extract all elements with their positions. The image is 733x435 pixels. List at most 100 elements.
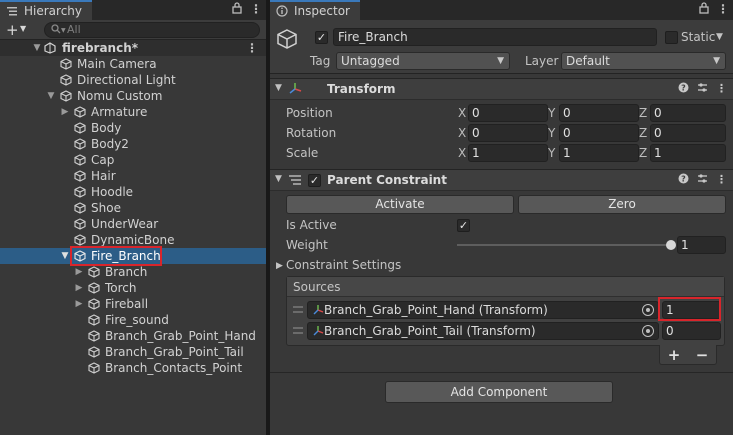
chevron-down-icon[interactable]: ▼ bbox=[716, 29, 723, 45]
source-weight-field[interactable]: 0 bbox=[662, 322, 721, 340]
chevron-down-icon[interactable]: ▼ bbox=[20, 24, 26, 33]
kebab-menu-icon[interactable]: ⋮ bbox=[246, 40, 258, 56]
add-source-button[interactable]: + bbox=[668, 346, 681, 364]
list-item[interactable]: ▼ Nomu Custom bbox=[0, 88, 266, 104]
chevron-down-icon: ▼ bbox=[61, 27, 66, 34]
list-item[interactable]: ▶ Torch bbox=[0, 280, 266, 296]
list-item[interactable]: Directional Light bbox=[0, 72, 266, 88]
kebab-menu-icon[interactable]: ⋮ bbox=[250, 2, 262, 17]
panel-divider[interactable] bbox=[266, 0, 270, 435]
kebab-menu-icon[interactable]: ⋮ bbox=[716, 173, 727, 187]
expand-arrow-icon[interactable]: ▼ bbox=[275, 83, 282, 93]
kebab-menu-icon[interactable]: ⋮ bbox=[717, 2, 729, 17]
activate-button[interactable]: Activate bbox=[286, 195, 514, 214]
collapse-arrow-icon[interactable]: ▶ bbox=[276, 258, 283, 274]
collapse-arrow-icon[interactable]: ▶ bbox=[60, 104, 70, 120]
expand-arrow-icon[interactable]: ▼ bbox=[60, 248, 70, 264]
static-checkbox[interactable] bbox=[665, 31, 678, 44]
list-item[interactable]: Body bbox=[0, 120, 266, 136]
constraint-enabled-checkbox[interactable]: ✓ bbox=[308, 174, 321, 187]
source-object-field[interactable]: Branch_Grab_Point_Hand (Transform) bbox=[307, 301, 659, 319]
list-icon bbox=[6, 5, 18, 17]
search-input[interactable]: ▼ All bbox=[44, 22, 260, 38]
list-item[interactable]: ▶ Armature bbox=[0, 104, 266, 120]
parent-constraint-header[interactable]: ▼ ✓ Parent Constraint ? ⋮ bbox=[270, 169, 733, 191]
kebab-menu-icon[interactable]: ⋮ bbox=[716, 82, 727, 96]
list-item[interactable]: Branch_Grab_Point_Tail (Transform) 0 bbox=[287, 321, 724, 341]
remove-source-button[interactable]: − bbox=[696, 346, 709, 364]
expand-arrow-icon[interactable]: ▼ bbox=[275, 174, 282, 184]
collapse-arrow-icon[interactable]: ▶ bbox=[74, 280, 84, 296]
presets-icon[interactable] bbox=[697, 82, 708, 96]
rotation-x-field[interactable]: 0 bbox=[468, 124, 548, 142]
list-item[interactable]: ▶ Branch bbox=[0, 264, 266, 280]
unity-scene-icon bbox=[44, 42, 56, 54]
help-icon[interactable]: ? bbox=[678, 82, 689, 96]
scene-row[interactable]: ▼ firebranch* ⋮ bbox=[0, 40, 266, 56]
layer-dropdown[interactable]: Default ▼ bbox=[561, 52, 726, 70]
collapse-arrow-icon[interactable]: ▶ bbox=[74, 296, 84, 312]
list-item[interactable]: Fire_sound bbox=[0, 312, 266, 328]
gameobject-cube-icon bbox=[60, 74, 72, 86]
list-item[interactable]: Hoodle bbox=[0, 184, 266, 200]
drag-handle-icon[interactable] bbox=[293, 327, 303, 334]
tab-hierarchy[interactable]: Hierarchy bbox=[0, 0, 93, 20]
list-item[interactable]: Body2 bbox=[0, 136, 266, 152]
position-label: Position bbox=[286, 106, 333, 120]
tag-dropdown[interactable]: Untagged ▼ bbox=[336, 52, 510, 70]
lock-icon[interactable] bbox=[699, 2, 709, 17]
object-picker-icon[interactable] bbox=[642, 304, 654, 316]
transform-title: Transform bbox=[327, 82, 396, 96]
list-item[interactable]: Hair bbox=[0, 168, 266, 184]
drag-handle-icon[interactable] bbox=[293, 306, 303, 313]
scale-z-field[interactable]: 1 bbox=[650, 144, 726, 162]
tab-inspector[interactable]: Inspector bbox=[270, 0, 360, 20]
position-y-field[interactable]: 0 bbox=[559, 104, 639, 122]
is-active-checkbox[interactable]: ✓ bbox=[457, 219, 470, 232]
rotation-y-field[interactable]: 0 bbox=[559, 124, 639, 142]
scale-label: Scale bbox=[286, 146, 319, 160]
divider bbox=[270, 372, 733, 373]
list-item[interactable]: Branch_Grab_Point_Hand bbox=[0, 328, 266, 344]
list-item[interactable]: Main Camera bbox=[0, 56, 266, 72]
source-object-field[interactable]: Branch_Grab_Point_Tail (Transform) bbox=[307, 322, 659, 340]
tab-inspector-label: Inspector bbox=[294, 4, 350, 18]
list-item[interactable]: Branch_Contacts_Point bbox=[0, 360, 266, 376]
collapse-arrow-icon[interactable]: ▶ bbox=[74, 264, 84, 280]
active-checkbox[interactable]: ✓ bbox=[315, 31, 328, 44]
help-icon[interactable]: ? bbox=[678, 173, 689, 187]
zero-button[interactable]: Zero bbox=[518, 195, 726, 214]
rotation-z-field[interactable]: 0 bbox=[650, 124, 726, 142]
list-item[interactable]: UnderWear bbox=[0, 216, 266, 232]
weight-slider-track[interactable] bbox=[457, 244, 671, 246]
transform-header[interactable]: ▼ Transform ? ⋮ bbox=[270, 78, 733, 100]
object-name-field[interactable]: Fire_Branch bbox=[333, 28, 657, 46]
list-item[interactable]: ▶ Fireball bbox=[0, 296, 266, 312]
scale-y-field[interactable]: 1 bbox=[559, 144, 639, 162]
expand-arrow-icon[interactable]: ▼ bbox=[46, 88, 56, 104]
tab-hierarchy-label: Hierarchy bbox=[24, 4, 83, 18]
gameobject-cube-icon bbox=[88, 314, 100, 326]
lock-icon[interactable] bbox=[232, 2, 242, 17]
add-component-button[interactable]: Add Component bbox=[385, 381, 613, 403]
gameobject-cube-icon bbox=[74, 234, 86, 246]
sources-header: Sources bbox=[287, 277, 724, 297]
rotation-label: Rotation bbox=[286, 126, 337, 140]
weight-field[interactable]: 1 bbox=[677, 236, 726, 254]
gameobject-cube-icon bbox=[74, 138, 86, 150]
list-item[interactable]: Branch_Grab_Point_Tail bbox=[0, 344, 266, 360]
gameobject-cube-icon bbox=[74, 170, 86, 182]
presets-icon[interactable] bbox=[697, 173, 708, 187]
scale-x-field[interactable]: 1 bbox=[468, 144, 548, 162]
static-label: Static bbox=[681, 30, 716, 44]
expand-arrow-icon[interactable]: ▼ bbox=[32, 40, 42, 56]
gameobject-cube-icon bbox=[74, 186, 86, 198]
list-item[interactable]: Cap bbox=[0, 152, 266, 168]
position-x-field[interactable]: 0 bbox=[468, 104, 548, 122]
constraint-settings-foldout[interactable]: Constraint Settings bbox=[286, 257, 401, 273]
position-z-field[interactable]: 0 bbox=[650, 104, 726, 122]
object-picker-icon[interactable] bbox=[642, 325, 654, 337]
list-item[interactable]: Shoe bbox=[0, 200, 266, 216]
weight-slider-handle[interactable] bbox=[666, 240, 676, 250]
add-icon[interactable]: + bbox=[6, 21, 19, 39]
